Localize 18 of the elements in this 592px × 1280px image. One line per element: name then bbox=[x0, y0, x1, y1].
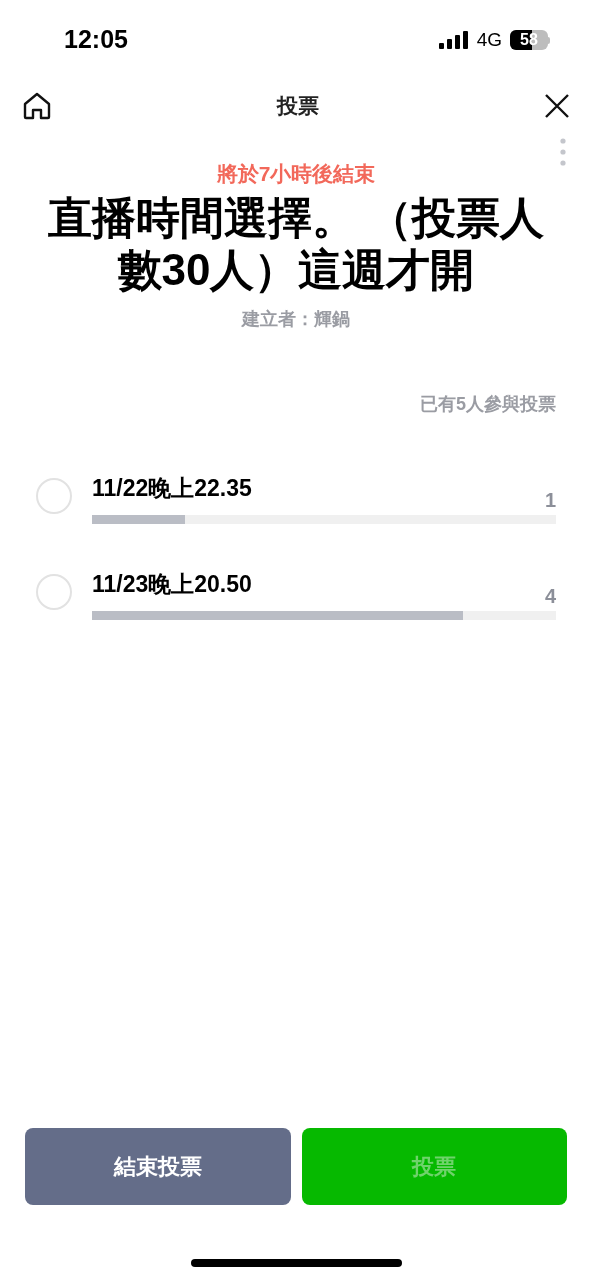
option-label: 11/22晚上22.35 bbox=[92, 473, 252, 502]
more-icon[interactable] bbox=[560, 138, 566, 166]
radio-button[interactable] bbox=[36, 477, 72, 514]
network-label: 4G bbox=[476, 27, 502, 52]
creator-text: 建立者：輝鍋 bbox=[242, 307, 350, 331]
radio-button[interactable] bbox=[36, 573, 72, 610]
participants-count: 已有5人參與投票 bbox=[420, 392, 556, 416]
home-icon[interactable] bbox=[22, 91, 52, 121]
option-label: 11/23晚上20.50 bbox=[92, 569, 252, 598]
header-title: 投票 bbox=[277, 93, 319, 120]
vote-count: 4 bbox=[544, 583, 556, 608]
end-poll-button[interactable]: 結束投票 bbox=[25, 1128, 291, 1205]
close-icon[interactable] bbox=[544, 93, 570, 119]
signal-icon bbox=[438, 31, 469, 49]
status-time: 12:05 bbox=[64, 24, 128, 56]
vote-count: 1 bbox=[544, 487, 556, 512]
countdown-text: 將於7小時後結束 bbox=[216, 161, 376, 187]
poll-title: 直播時間選擇。 （投票人數30人）這週才開 bbox=[46, 191, 546, 296]
